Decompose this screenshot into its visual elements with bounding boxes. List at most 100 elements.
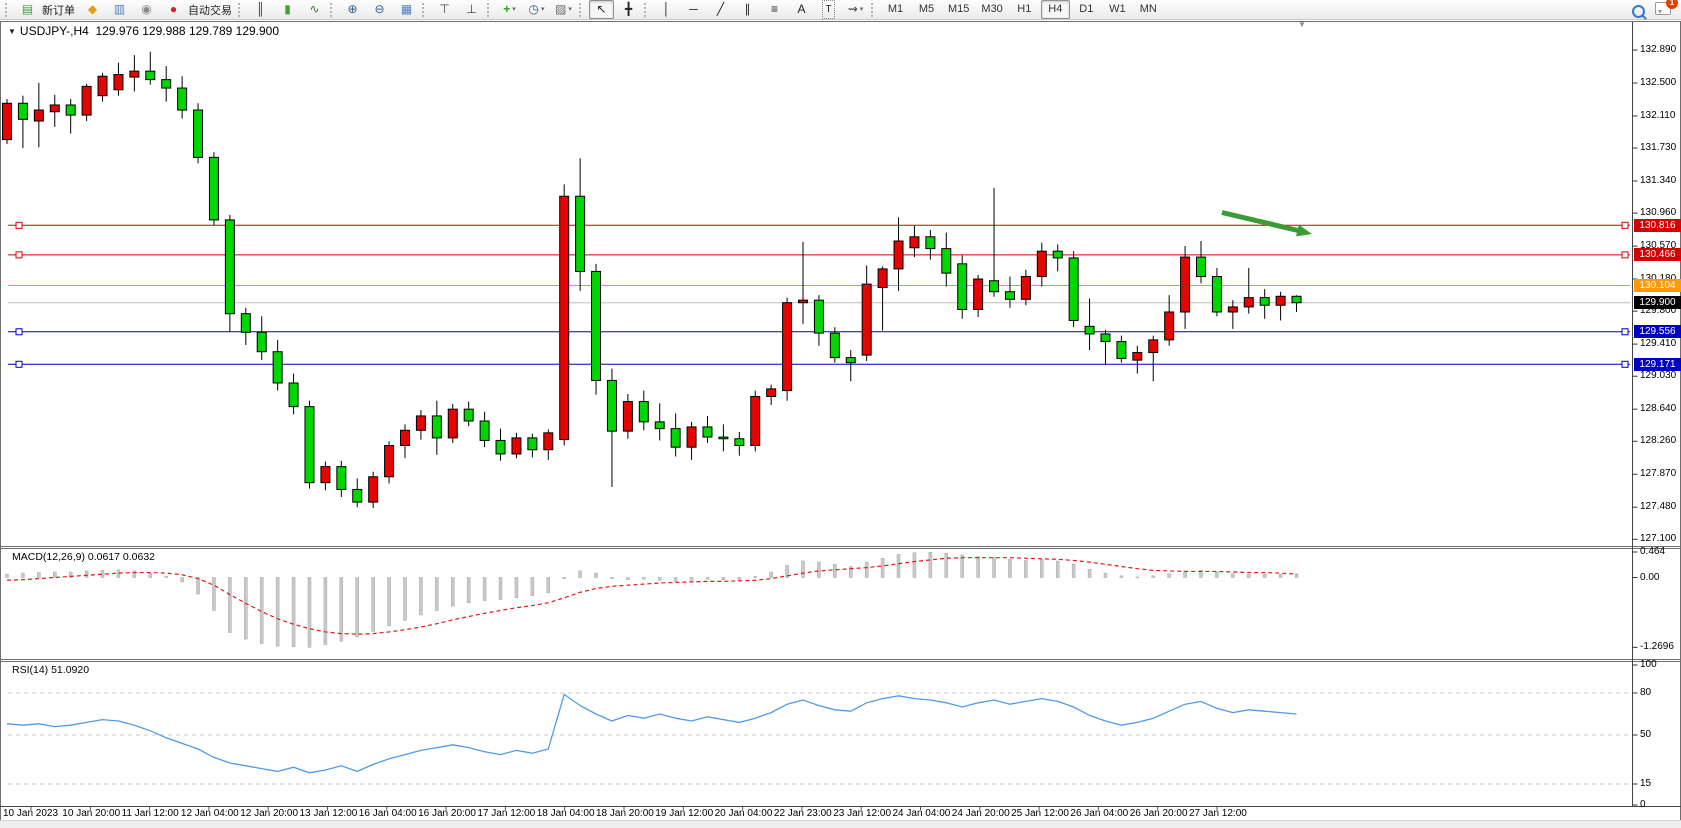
line-handle[interactable] xyxy=(16,222,22,228)
bear-candle xyxy=(146,71,155,79)
time-label: 18 Jan 20:00 xyxy=(596,808,654,820)
macd-histogram-bar xyxy=(499,578,502,600)
rsi-scale-label: 50 xyxy=(1640,729,1651,741)
time-label: 10 Jan 20:00 xyxy=(62,808,120,820)
price-tick-label: 130.960 xyxy=(1640,207,1676,219)
macd-histogram-bar xyxy=(197,578,200,595)
bull-candle xyxy=(50,105,59,112)
macd-histogram-bar xyxy=(292,578,295,647)
bear-candle xyxy=(607,380,616,431)
macd-histogram-bar xyxy=(595,573,598,577)
bear-candle xyxy=(162,80,171,88)
bear-candle xyxy=(66,105,75,115)
macd-histogram-bar xyxy=(165,576,168,577)
macd-histogram-bar xyxy=(467,578,470,603)
macd-histogram-bar xyxy=(658,578,661,581)
macd-histogram-bar xyxy=(547,578,550,593)
macd-signal-line xyxy=(7,558,1297,634)
bull-candle xyxy=(3,103,12,139)
bull-candle xyxy=(894,241,903,269)
bear-candle xyxy=(225,220,234,314)
macd-histogram-bar xyxy=(181,578,184,582)
trend-arrow xyxy=(1222,213,1298,231)
time-label: 12 Jan 04:00 xyxy=(181,808,239,820)
line-handle[interactable] xyxy=(16,252,22,258)
bear-candle xyxy=(432,416,441,438)
macd-histogram-bar xyxy=(977,557,980,578)
macd-histogram-bar xyxy=(515,578,518,598)
macd-histogram-bar xyxy=(1056,561,1059,578)
macd-histogram-bar xyxy=(133,571,136,578)
bear-candle xyxy=(194,110,203,157)
bear-candle xyxy=(257,332,266,351)
bear-candle xyxy=(814,300,823,333)
bear-candle xyxy=(337,467,346,490)
macd-histogram-bar xyxy=(1072,564,1075,577)
chart-canvas xyxy=(0,0,1681,828)
time-label: 12 Jan 20:00 xyxy=(240,808,298,820)
line-handle[interactable] xyxy=(1622,361,1628,367)
macd-histogram-bar xyxy=(244,578,247,640)
macd-histogram-bar xyxy=(356,578,359,637)
macd-scale-label: 0.00 xyxy=(1640,572,1659,584)
bear-candle xyxy=(1212,277,1221,312)
bid-line-price-tag: 129.900 xyxy=(1634,296,1681,309)
time-label: 20 Jan 04:00 xyxy=(715,808,773,820)
time-label: 26 Jan 20:00 xyxy=(1130,808,1188,820)
macd-histogram-bar xyxy=(579,571,582,578)
line-handle[interactable] xyxy=(1622,252,1628,258)
macd-histogram-bar xyxy=(913,553,916,578)
macd-histogram-bar xyxy=(1263,574,1266,577)
line-handle[interactable] xyxy=(16,361,22,367)
bear-candle xyxy=(353,489,362,502)
rsi-line xyxy=(7,694,1297,772)
bear-candle xyxy=(1260,298,1269,306)
macd-histogram-bar xyxy=(1247,574,1250,577)
bull-candle xyxy=(623,402,632,432)
rsi-scale-label: 100 xyxy=(1640,659,1657,671)
macd-histogram-bar xyxy=(1168,574,1171,578)
bear-candle xyxy=(305,407,314,483)
macd-histogram-bar xyxy=(404,578,407,621)
bull-candle xyxy=(878,269,887,288)
time-label: 10 Jan 2023 xyxy=(3,808,58,820)
macd-histogram-bar xyxy=(1104,573,1107,577)
collapse-triangle-icon[interactable]: ▼ xyxy=(8,27,16,36)
line-handle[interactable] xyxy=(1622,222,1628,228)
bear-candle xyxy=(18,103,27,119)
macd-histogram-bar xyxy=(149,573,152,577)
resistance-line-price-tag: 130.466 xyxy=(1634,248,1681,261)
bear-candle xyxy=(735,439,744,446)
time-label: 24 Jan 20:00 xyxy=(952,808,1010,820)
symbol-period-label: USDJPY-,H4 xyxy=(20,24,89,38)
bull-candle xyxy=(448,409,457,438)
macd-histogram-bar xyxy=(308,578,311,648)
horizontal-scrollbar[interactable] xyxy=(0,820,1681,828)
chart-symbol-title: ▼USDJPY-,H4 129.976 129.988 129.789 129.… xyxy=(8,24,279,38)
line-handle[interactable] xyxy=(16,329,22,335)
bear-candle xyxy=(273,352,282,383)
time-label: 19 Jan 12:00 xyxy=(655,808,713,820)
time-label: 22 Jan 23:00 xyxy=(774,808,832,820)
bull-candle xyxy=(1037,251,1046,276)
macd-histogram-bar xyxy=(53,572,56,578)
rsi-indicator-label: RSI(14) 51.0920 xyxy=(12,664,89,676)
bull-candle xyxy=(687,427,696,447)
time-label: 17 Jan 12:00 xyxy=(477,808,535,820)
chart-shift-marker[interactable]: ▼ xyxy=(1298,20,1306,29)
macd-histogram-bar xyxy=(897,554,900,577)
line-handle[interactable] xyxy=(1622,329,1628,335)
macd-histogram-bar xyxy=(340,578,343,642)
bear-candle xyxy=(703,427,712,437)
pivot-line-price-tag: 130.104 xyxy=(1634,279,1681,292)
bull-candle xyxy=(321,467,330,483)
macd-histogram-bar xyxy=(85,571,88,578)
bull-candle xyxy=(544,433,553,450)
bull-candle xyxy=(1149,340,1158,353)
price-tick-label: 132.890 xyxy=(1640,44,1676,56)
bear-candle xyxy=(719,437,728,439)
macd-histogram-bar xyxy=(642,578,645,580)
bear-candle xyxy=(496,440,505,454)
bull-candle xyxy=(512,438,521,454)
support-line-price-tag: 129.556 xyxy=(1634,325,1681,338)
